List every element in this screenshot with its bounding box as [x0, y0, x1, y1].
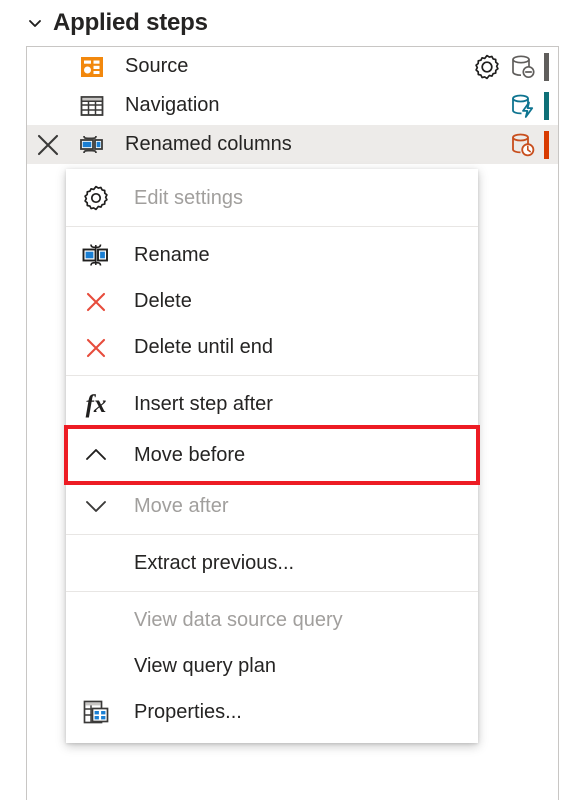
chevron-down-icon[interactable]	[26, 14, 44, 32]
menu-item-extract-previous[interactable]: Extract previous...	[66, 540, 478, 586]
step-row-actions	[509, 86, 558, 125]
menu-item-label: View query plan	[134, 654, 276, 677]
menu-item-view-query-plan[interactable]: View query plan	[66, 643, 478, 689]
menu-separator	[66, 534, 478, 535]
delete-x-icon	[80, 331, 112, 363]
rename-columns-step-icon	[80, 135, 103, 153]
step-row-navigation[interactable]: Navigation	[27, 86, 558, 125]
menu-item-label: Move before	[134, 443, 246, 466]
step-row-source[interactable]: Source	[27, 47, 558, 86]
menu-separator	[66, 591, 478, 592]
page-title: Applied steps	[53, 9, 208, 36]
chevron-down-icon	[80, 490, 112, 522]
step-status-bar	[544, 130, 549, 159]
source-step-icon	[81, 56, 103, 77]
step-label: Source	[125, 55, 189, 77]
database-pending-icon[interactable]	[509, 131, 537, 159]
step-row-actions	[509, 125, 558, 164]
step-row-actions	[473, 47, 558, 86]
menu-item-edit-settings[interactable]: Edit settings	[66, 175, 478, 221]
menu-item-insert-step-after[interactable]: fx Insert step after	[66, 381, 478, 427]
step-row-renamed-columns[interactable]: Renamed columns	[27, 125, 558, 164]
menu-item-label: Properties...	[134, 700, 242, 723]
menu-item-view-data-source-query[interactable]: View data source query	[66, 597, 478, 643]
fx-icon: fx	[85, 390, 107, 418]
menu-separator	[66, 226, 478, 227]
menu-item-label: Delete	[134, 289, 192, 312]
step-status-bar	[544, 91, 549, 120]
step-label: Navigation	[125, 94, 220, 116]
menu-item-rename[interactable]: Rename	[66, 232, 478, 278]
menu-item-label: Extract previous...	[134, 551, 295, 574]
menu-item-move-after[interactable]: Move after	[66, 483, 478, 529]
applied-steps-header[interactable]: Applied steps	[0, 0, 581, 46]
menu-item-label: Delete until end	[134, 335, 273, 358]
menu-item-delete-until-end[interactable]: Delete until end	[66, 324, 478, 370]
menu-separator	[66, 375, 478, 376]
properties-icon	[80, 696, 112, 728]
gear-icon	[80, 182, 112, 214]
menu-item-properties[interactable]: Properties...	[66, 689, 478, 735]
menu-item-move-before[interactable]: Move before	[64, 425, 480, 485]
chevron-up-icon	[80, 439, 112, 471]
menu-item-label: Insert step after	[134, 392, 273, 415]
database-disabled-icon[interactable]	[509, 53, 537, 81]
menu-item-label: Edit settings	[134, 186, 243, 209]
menu-item-label: Rename	[134, 243, 210, 266]
gear-icon[interactable]	[473, 53, 501, 81]
menu-item-label: Move after	[134, 494, 229, 517]
delete-x-icon	[80, 285, 112, 317]
database-folding-icon[interactable]	[509, 92, 537, 120]
step-context-menu: Edit settings Rename Delete Delete until…	[64, 169, 480, 743]
step-label: Renamed columns	[125, 133, 292, 155]
table-step-icon	[80, 95, 104, 116]
menu-item-delete[interactable]: Delete	[66, 278, 478, 324]
menu-item-label: View data source query	[134, 608, 343, 631]
step-status-bar	[544, 52, 549, 81]
rename-icon	[80, 239, 112, 271]
delete-step-icon[interactable]	[35, 132, 61, 158]
